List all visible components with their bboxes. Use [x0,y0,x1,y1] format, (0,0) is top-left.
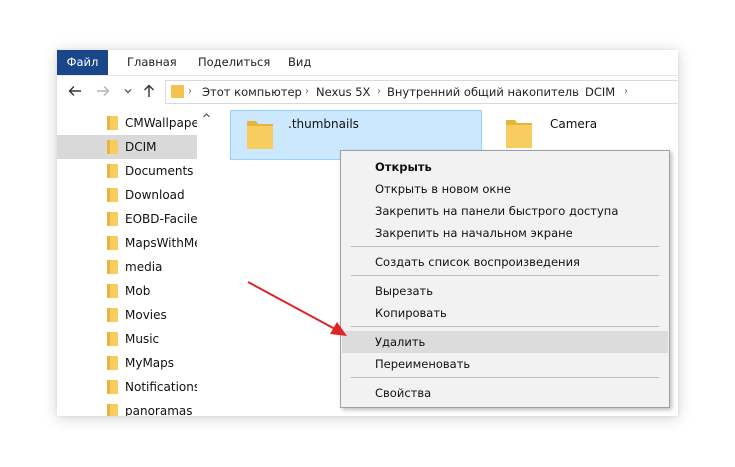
folder-icon [107,356,118,370]
sidebar-item-panoramas[interactable]: panoramas [57,399,197,416]
breadcrumb-separator-icon: › [305,86,309,97]
menu-item-open-new-window[interactable]: Открыть в новом окне [342,178,668,200]
sidebar-item-label: Notifications [125,380,197,394]
folder-icon [107,284,118,298]
folder-icon [107,236,118,250]
navigation-bar: › Этот компьютер › Nexus 5X › Внутренний… [57,76,678,106]
sidebar-item-label: panoramas [125,404,193,416]
menu-item-label: Открыть [375,160,432,174]
menu-item-cut[interactable]: Вырезать [342,280,668,302]
folder-icon [107,116,118,130]
sidebar-item-movies[interactable]: Movies [57,303,197,327]
menu-item-label: Копировать [375,306,447,320]
breadcrumb-storage[interactable]: Внутренний общий накопитель [387,81,579,103]
folder-label: .thumbnails [288,117,359,131]
menu-item-label: Создать список воспроизведения [375,255,580,269]
sidebar-item-label: DCIM [125,140,157,154]
folder-icon [107,164,118,178]
sidebar-item-label: Download [125,188,185,202]
context-menu: Открыть Открыть в новом окне Закрепить н… [340,150,670,408]
sidebar-item-mymaps[interactable]: MyMaps [57,351,197,375]
menu-item-label: Закрепить на начальном экране [375,226,573,240]
folder-icon [107,404,118,416]
address-bar[interactable]: › Этот компьютер › Nexus 5X › Внутренний… [165,80,678,104]
sidebar-item-cmwallpapers[interactable]: CMWallpapers [57,111,197,135]
menu-divider [351,246,659,247]
menu-item-properties[interactable]: Свойства [342,382,668,404]
sidebar-item-media[interactable]: media [57,255,197,279]
sidebar-item-mob[interactable]: Mob [57,279,197,303]
folder-icon [107,212,118,226]
menu-item-label: Закрепить на панели быстрого доступа [375,204,619,218]
sidebar-item-label: EOBD-Facile [125,212,197,226]
folder-icon [107,380,118,394]
back-arrow-icon[interactable] [66,81,84,101]
folder-icon [107,308,118,322]
folder-label: Camera [550,117,598,131]
folder-icon [247,121,273,149]
sidebar-item-label: MyMaps [125,356,175,370]
menu-item-label: Удалить [375,335,426,349]
scroll-up-icon[interactable] [200,111,212,123]
tab-view[interactable]: Вид [278,50,321,75]
menu-item-label: Переименовать [375,357,471,371]
tab-file[interactable]: Файл [57,50,108,75]
folder-icon [171,85,184,98]
menu-divider [351,377,659,378]
folder-icon [107,188,118,202]
breadcrumb-device[interactable]: Nexus 5X [316,81,370,103]
sidebar-item-documents[interactable]: Documents [57,159,197,183]
menu-item-create-playlist[interactable]: Создать список воспроизведения [342,251,668,273]
sidebar-item-mapswithme[interactable]: MapsWithMe [57,231,197,255]
menu-item-rename[interactable]: Переименовать [342,353,668,375]
menu-item-pin-start[interactable]: Закрепить на начальном экране [342,222,668,244]
menu-divider [351,275,659,276]
menu-item-label: Вырезать [375,284,433,298]
sidebar-item-eobd-facile[interactable]: EOBD-Facile [57,207,197,231]
menu-item-label: Свойства [375,386,432,400]
sidebar-item-label: Mob [125,284,151,298]
breadcrumb-dcim[interactable]: DCIM [585,81,615,103]
menu-item-delete[interactable]: Удалить [342,331,668,353]
sidebar-item-notifications[interactable]: Notifications [57,375,197,399]
breadcrumb-this-pc[interactable]: Этот компьютер [202,81,302,103]
menu-divider [351,326,659,327]
folder-icon [107,140,118,154]
menu-item-pin-quick-access[interactable]: Закрепить на панели быстрого доступа [342,200,668,222]
folder-icon [107,260,118,274]
folder-icon [506,120,532,148]
forward-arrow-icon[interactable] [94,81,112,101]
sidebar-item-dcim[interactable]: DCIM [57,135,197,159]
breadcrumb-separator-icon: › [377,86,381,97]
chevron-down-icon[interactable] [119,81,137,101]
sidebar-item-label: Documents [125,164,194,178]
menu-item-copy[interactable]: Копировать [342,302,668,324]
up-arrow-icon[interactable] [140,81,158,101]
sidebar-item-label: media [125,260,163,274]
tab-home[interactable]: Главная [117,50,187,75]
menu-item-label: Открыть в новом окне [375,182,511,196]
folder-icon [107,332,118,346]
sidebar-item-music[interactable]: Music [57,327,197,351]
sidebar-item-label: CMWallpapers [125,116,197,130]
ribbon-tabs: Файл Главная Поделиться Вид [57,50,678,76]
breadcrumb-separator-icon: › [575,86,579,97]
sidebar-item-label: Music [125,332,160,346]
breadcrumb-separator-icon: › [624,86,628,97]
menu-item-open[interactable]: Открыть [342,156,668,178]
sidebar-item-download[interactable]: Download [57,183,197,207]
sidebar-item-label: MapsWithMe [125,236,197,250]
navigation-pane: CMWallpapers DCIM Documents Download EOBD-Fa… [57,107,214,416]
breadcrumb-separator-icon: › [188,86,192,97]
sidebar-item-label: Movies [125,308,167,322]
tab-share[interactable]: Поделиться [188,50,280,75]
